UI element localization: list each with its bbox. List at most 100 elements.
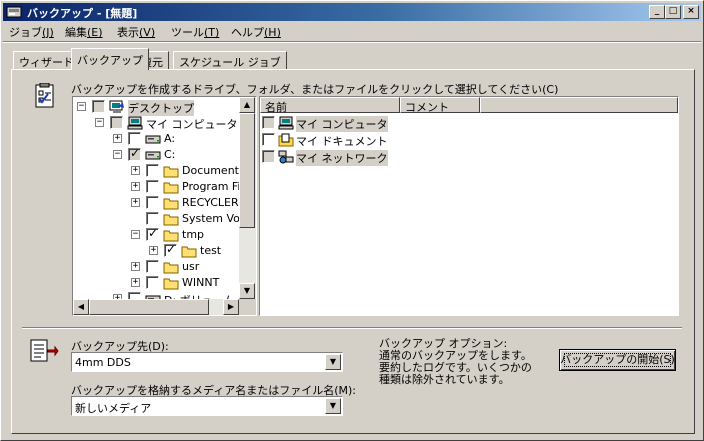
tab-wizard[interactable]: ウィザード	[13, 51, 80, 69]
list-item-checkbox[interactable]	[262, 133, 275, 146]
computer-icon	[127, 116, 143, 130]
media-name-select[interactable]: 新しいメディア ▼	[71, 396, 343, 416]
tree-node-checkbox[interactable]	[146, 260, 159, 273]
backup-options: バックアップ オプション: 通常のバックアップをします。要約したログです。いくつ…	[379, 338, 539, 386]
tree-node-checkbox[interactable]	[110, 116, 123, 129]
tree-node-label: RECYCLER	[182, 196, 239, 209]
folder-icon	[181, 244, 197, 258]
app-window: バックアップ - [無題] _ □ × ジョブ(J) 編集(E) 表示(V) ツ…	[0, 0, 704, 441]
backup-app-icon	[6, 6, 22, 18]
checklist-icon	[35, 83, 54, 108]
computer-icon	[278, 116, 294, 130]
tree-scroll-right-button[interactable]: ▶	[223, 299, 239, 315]
tree-node-checkbox[interactable]: ✓	[164, 242, 177, 257]
tree-vertical-scrollbar[interactable]: ▲ ▼	[239, 97, 256, 299]
check-mark-icon: ✓	[130, 146, 141, 160]
tree-node-checkbox[interactable]	[146, 180, 159, 193]
scroll-corner	[239, 299, 256, 315]
media-dropdown-button[interactable]: ▼	[325, 398, 341, 414]
folder-icon	[163, 260, 179, 274]
tree-node-checkbox[interactable]	[146, 276, 159, 289]
tree-expander-icon[interactable]: +	[131, 198, 140, 207]
tree-scroll-up-button[interactable]: ▲	[239, 97, 255, 113]
folder-icon	[163, 212, 179, 226]
tree-expander-icon[interactable]: +	[131, 278, 140, 287]
folder-icon	[163, 228, 179, 242]
title-bar[interactable]: バックアップ - [無題] _ □ ×	[3, 3, 701, 21]
tree-node-checkbox[interactable]	[146, 212, 159, 225]
tree-node-checkbox[interactable]: ✓	[128, 146, 141, 161]
tree-expander-icon[interactable]: −	[95, 118, 104, 127]
menu-help[interactable]: ヘルプ(H)	[231, 24, 281, 40]
column-header-name[interactable]: 名前	[260, 97, 400, 114]
tree-scroll-thumb[interactable]	[239, 113, 255, 228]
tab-scheduled-jobs[interactable]: スケジュール ジョブ	[173, 51, 287, 69]
folder-icon	[163, 164, 179, 178]
destination-value: 4mm DDS	[75, 356, 131, 369]
tree-node-label: C:	[164, 148, 176, 161]
destination-dropdown-button[interactable]: ▼	[325, 354, 341, 370]
desktop-icon	[109, 100, 125, 113]
list-item-label: マイ ネットワーク	[296, 150, 388, 166]
tab-backup[interactable]: バックアップ	[71, 48, 149, 70]
folder-tree[interactable]: −デスクトップ−マイ コンピュータ+A:−✓C:+Documents and S…	[72, 96, 257, 316]
section-divider	[22, 327, 682, 329]
media-value: 新しいメディア	[75, 402, 152, 415]
menu-bar: ジョブ(J) 編集(E) 表示(V) ツール(T) ヘルプ(H)	[3, 22, 701, 41]
tree-hscroll-thumb[interactable]	[89, 299, 209, 315]
tree-expander-icon[interactable]: +	[113, 134, 122, 143]
menu-job[interactable]: ジョブ(J)	[9, 24, 54, 40]
list-item-checkbox[interactable]	[262, 150, 275, 163]
tree-expander-icon[interactable]: −	[77, 102, 86, 111]
start-backup-button[interactable]: バックアップの開始(S)	[559, 349, 676, 371]
tree-horizontal-scrollbar[interactable]: ◀ ▶	[73, 299, 239, 315]
menu-edit[interactable]: 編集(E)	[65, 24, 103, 40]
tree-node-checkbox[interactable]: ✓	[146, 226, 159, 241]
focus-rectangle	[564, 353, 671, 367]
tree-node-checkbox[interactable]	[146, 196, 159, 209]
tree-expander-icon[interactable]: −	[113, 150, 122, 159]
tree-expander-icon[interactable]: +	[149, 246, 158, 255]
list-item-checkbox[interactable]	[262, 116, 275, 129]
folder-icon	[163, 276, 179, 290]
tree-scroll-left-button[interactable]: ◀	[73, 299, 89, 315]
folder-icon	[163, 196, 179, 210]
tree-node-label: WINNT	[182, 276, 220, 289]
tree-node-checkbox[interactable]	[128, 132, 141, 145]
backup-options-text: 通常のバックアップをします。要約したログです。いくつかの種類は除外されています。	[379, 349, 532, 386]
tree-expander-icon[interactable]: +	[131, 262, 140, 271]
backup-destination-icon	[30, 339, 59, 362]
menu-tools[interactable]: ツール(T)	[171, 24, 219, 40]
instruction-label: バックアップを作成するドライブ、フォルダ、またはファイルをクリックして選択してく…	[71, 83, 559, 96]
folder-tree-viewport: −デスクトップ−マイ コンピュータ+A:−✓C:+Documents and S…	[73, 97, 256, 315]
tree-expander-icon[interactable]: −	[131, 230, 140, 239]
menu-view[interactable]: 表示(V)	[117, 24, 155, 40]
minimize-button[interactable]: _	[649, 5, 665, 19]
hard-drive-icon	[145, 148, 161, 161]
tree-node-label: マイ コンピュータ	[146, 118, 238, 131]
network-icon	[278, 150, 294, 164]
maximize-button[interactable]: □	[665, 5, 681, 19]
destination-select[interactable]: 4mm DDS ▼	[71, 352, 343, 372]
close-button[interactable]: ×	[683, 5, 699, 19]
tree-node-label: usr	[182, 260, 200, 273]
tree-expander-icon[interactable]: +	[131, 182, 140, 191]
tree-node-label: デスクトップ	[128, 100, 194, 116]
tree-node-label: A:	[164, 132, 176, 145]
column-header-filler	[480, 97, 678, 113]
tree-node-label: tmp	[182, 228, 205, 241]
folder-icon	[163, 180, 179, 194]
list-item-label: マイ コンピュータ	[296, 116, 388, 132]
menu-separator	[3, 41, 701, 43]
check-mark-icon: ✓	[166, 242, 177, 256]
list-item-label: マイ ドキュメント	[296, 135, 388, 148]
window-title: バックアップ - [無題]	[27, 7, 138, 20]
documents-folder-icon	[278, 133, 294, 147]
tree-node-checkbox[interactable]	[92, 100, 105, 113]
tree-node-checkbox[interactable]	[146, 164, 159, 177]
tree-scroll-down-button[interactable]: ▼	[239, 283, 255, 299]
tree-expander-icon[interactable]: +	[131, 166, 140, 175]
column-header-comment[interactable]: コメント	[400, 97, 480, 114]
file-list[interactable]: 名前 コメント マイ コンピュータ マイ ドキュメント マイ ネットワーク	[259, 96, 679, 316]
backup-tab-panel: バックアップを作成するドライブ、フォルダ、またはファイルをクリックして選択してく…	[11, 69, 695, 434]
